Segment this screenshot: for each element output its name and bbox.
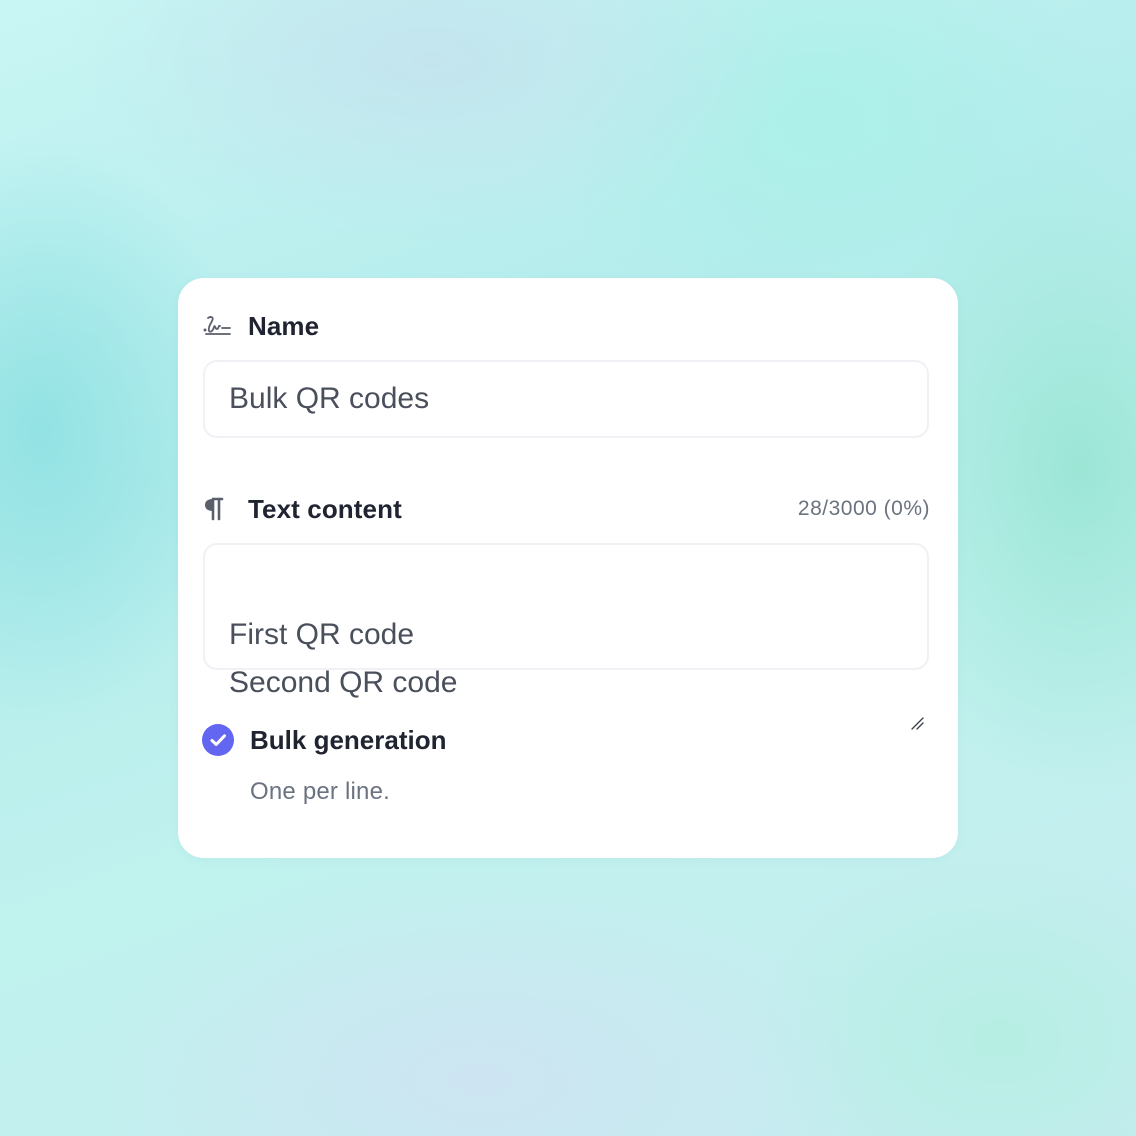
bulk-generation-row[interactable]: Bulk generation bbox=[202, 722, 446, 758]
text-content-label-row: Text content 28/3000 (0%) bbox=[202, 491, 930, 527]
qr-settings-card: Name Text content 28/3000 (0%) First QR … bbox=[178, 278, 958, 858]
signature-icon bbox=[202, 310, 234, 342]
text-content-value: First QR code Second QR code bbox=[229, 618, 458, 699]
text-content-textarea[interactable]: First QR code Second QR code bbox=[203, 543, 929, 730]
name-input[interactable] bbox=[203, 360, 929, 438]
name-label: Name bbox=[248, 310, 320, 341]
bulk-generation-label: Bulk generation bbox=[250, 724, 447, 755]
text-content-label: Text content bbox=[248, 493, 402, 524]
check-circle-icon[interactable] bbox=[202, 724, 234, 756]
resize-handle-icon[interactable] bbox=[909, 650, 925, 730]
bulk-generation-help: One per line. bbox=[250, 778, 391, 805]
pilcrow-icon bbox=[202, 493, 234, 525]
name-label-row: Name bbox=[202, 308, 930, 344]
character-counter: 28/3000 (0%) bbox=[797, 497, 930, 520]
